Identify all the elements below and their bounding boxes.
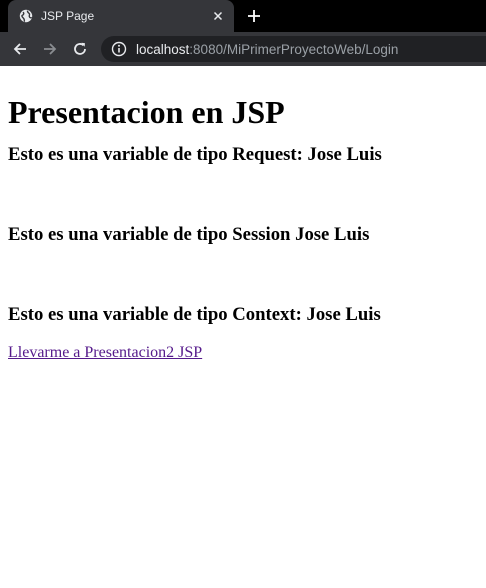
browser-toolbar: localhost:8080/MiPrimerProyectoWeb/Login	[0, 32, 486, 66]
url-path: :8080/MiPrimerProyectoWeb/Login	[189, 41, 399, 57]
info-icon[interactable]	[111, 41, 127, 57]
arrow-left-icon	[13, 43, 26, 55]
context-variable-line: Esto es una variable de tipo Context: Jo…	[8, 304, 381, 325]
reload-icon	[74, 42, 86, 55]
arrow-right-icon	[44, 43, 57, 55]
presentacion2-link[interactable]: Llevarme a Presentacion2 JSP	[8, 344, 202, 362]
tab-strip: JSP Page	[0, 0, 486, 32]
new-tab-button[interactable]	[244, 6, 264, 26]
reload-button[interactable]	[65, 34, 95, 64]
globe-icon	[19, 9, 33, 23]
plus-icon	[248, 10, 260, 22]
forward-button[interactable]	[35, 34, 65, 64]
browser-tab[interactable]: JSP Page	[8, 0, 234, 32]
url-host: localhost	[136, 41, 190, 57]
page-content: Presentacion en JSP Esto es una variable…	[0, 66, 486, 362]
session-variable-line: Esto es una variable de tipo Session Jos…	[8, 224, 370, 245]
page-heading: Presentacion en JSP	[8, 94, 285, 130]
back-button[interactable]	[5, 34, 35, 64]
address-bar[interactable]: localhost:8080/MiPrimerProyectoWeb/Login	[101, 36, 486, 62]
close-icon[interactable]	[210, 8, 226, 24]
tab-title: JSP Page	[41, 9, 95, 23]
url-text: localhost:8080/MiPrimerProyectoWeb/Login	[136, 42, 398, 57]
request-variable-line: Esto es una variable de tipo Request: Jo…	[8, 144, 382, 165]
